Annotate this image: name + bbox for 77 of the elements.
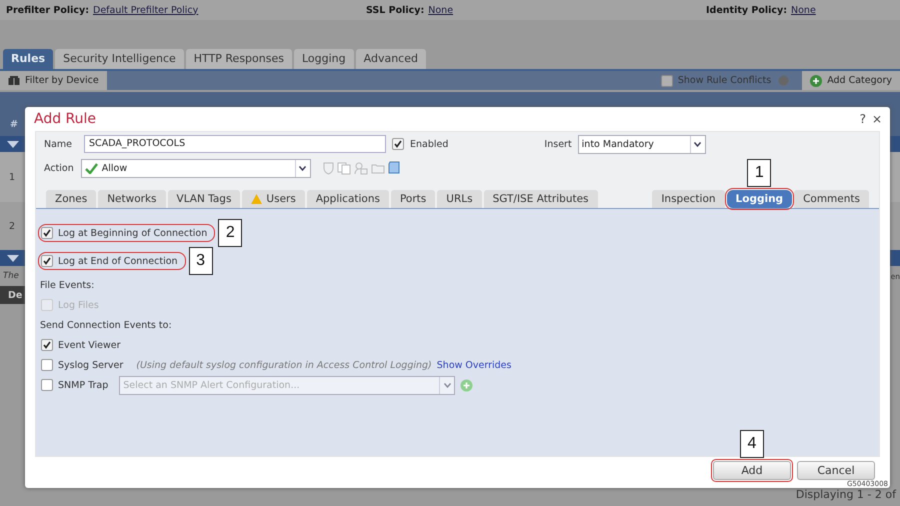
callout-number: 2 [218,219,242,247]
user-lock-icon[interactable] [354,162,368,174]
checkbox-label: Log at Beginning of Connection [58,228,208,238]
rule-tab[interactable]: Logging [726,190,792,208]
policy-label: Prefilter Policy: [6,4,89,16]
checkbox-label: Show Rule Conflicts [678,75,772,86]
checkbox[interactable] [41,339,53,351]
policy-tab[interactable]: Logging [294,49,354,69]
policy-link[interactable]: None [428,4,454,16]
chevron-icon [694,142,702,146]
action-dropdown[interactable]: Allow [80,158,311,178]
policy-label: SSL Policy: [366,4,424,16]
checkmark-icon [84,162,98,174]
field-label: Action [44,162,74,174]
rule-tab[interactable]: SGT/ISE Attributes [484,190,598,208]
rule-tab[interactable]: Ports [390,190,436,208]
caret-icon [7,254,19,262]
dialog-button[interactable]: Cancel [797,461,875,480]
callout-number: 3 [188,247,213,275]
callout-number: 1 [747,159,772,187]
help-button[interactable]: ? [860,112,866,126]
checkbox[interactable] [41,255,53,267]
syslog-note: (Using default syslog configuration in Access Control Logging) [136,360,432,370]
row-number: 2 [9,220,16,232]
policy-label: Identity Policy: [706,4,788,16]
folder-icon[interactable] [370,162,385,174]
close-button[interactable]: × [872,112,882,126]
column-header: # [10,119,18,130]
document-icon[interactable] [388,161,400,175]
name-field[interactable]: SCADA_PROTOCOLS [84,135,386,153]
section-heading: File Events: [40,278,96,292]
rule-tab[interactable]: Zones [46,190,96,208]
checkbox[interactable] [41,227,53,239]
row-number: 1 [9,172,16,182]
rule-tab[interactable]: URLs [437,190,482,208]
dialog-button[interactable]: Add [713,461,791,480]
checkbox-label: Enabled [410,138,448,150]
status-text: Displaying 1 - 2 of [796,488,896,501]
section-heading: Send Connection Events to: [40,318,173,332]
chevron-icon [299,166,306,170]
field-label: Name [44,138,72,150]
rule-tab[interactable]: Comments [794,190,869,208]
policy-tab[interactable]: HTTP Responses [186,49,292,69]
rule-tab[interactable]: Inspection [652,190,725,208]
dialog-title: Add Rule [34,111,96,127]
rule-tab[interactable]: Users [242,190,305,208]
chevron-icon [444,382,451,388]
add-icon[interactable] [460,378,474,392]
copy-icon[interactable] [336,162,351,174]
filter-button[interactable]: Filter by Device [0,71,107,90]
checkbox-label: Event Viewer [58,340,121,350]
checkbox-label: SNMP Trap [58,380,108,390]
field-label: Insert [544,138,572,150]
policy-link[interactable]: Default Prefilter Policy [93,4,198,16]
devices-icon [8,76,20,86]
caret-icon [7,140,19,148]
checkbox-label: Log Files [58,300,99,310]
policy-tab[interactable]: Security Intelligence [55,49,184,69]
add-category-button[interactable]: Add Category [802,71,900,90]
checkbox-label: Syslog Server [58,360,124,370]
rule-tab[interactable]: VLAN Tags [168,190,240,208]
policy-tab[interactable]: Rules [3,49,54,69]
callout-number: 4 [740,430,764,458]
note-text: The [3,271,19,281]
policy-link[interactable]: None [791,4,816,16]
insert-dropdown[interactable]: into Mandatory [578,134,706,154]
checkbox-label: Log at End of Connection [58,256,178,266]
shield-icon[interactable] [322,162,334,174]
show-overrides-link[interactable]: Show Overrides [436,360,512,370]
checkbox[interactable] [392,138,404,150]
rule-tab[interactable]: Networks [98,190,166,208]
rule-tab[interactable]: Applications [306,190,389,208]
plus-icon [810,74,822,86]
checkbox[interactable] [41,379,53,391]
checkbox[interactable] [660,74,673,86]
policy-tab[interactable]: Advanced [356,49,426,69]
checkbox[interactable] [41,359,53,371]
